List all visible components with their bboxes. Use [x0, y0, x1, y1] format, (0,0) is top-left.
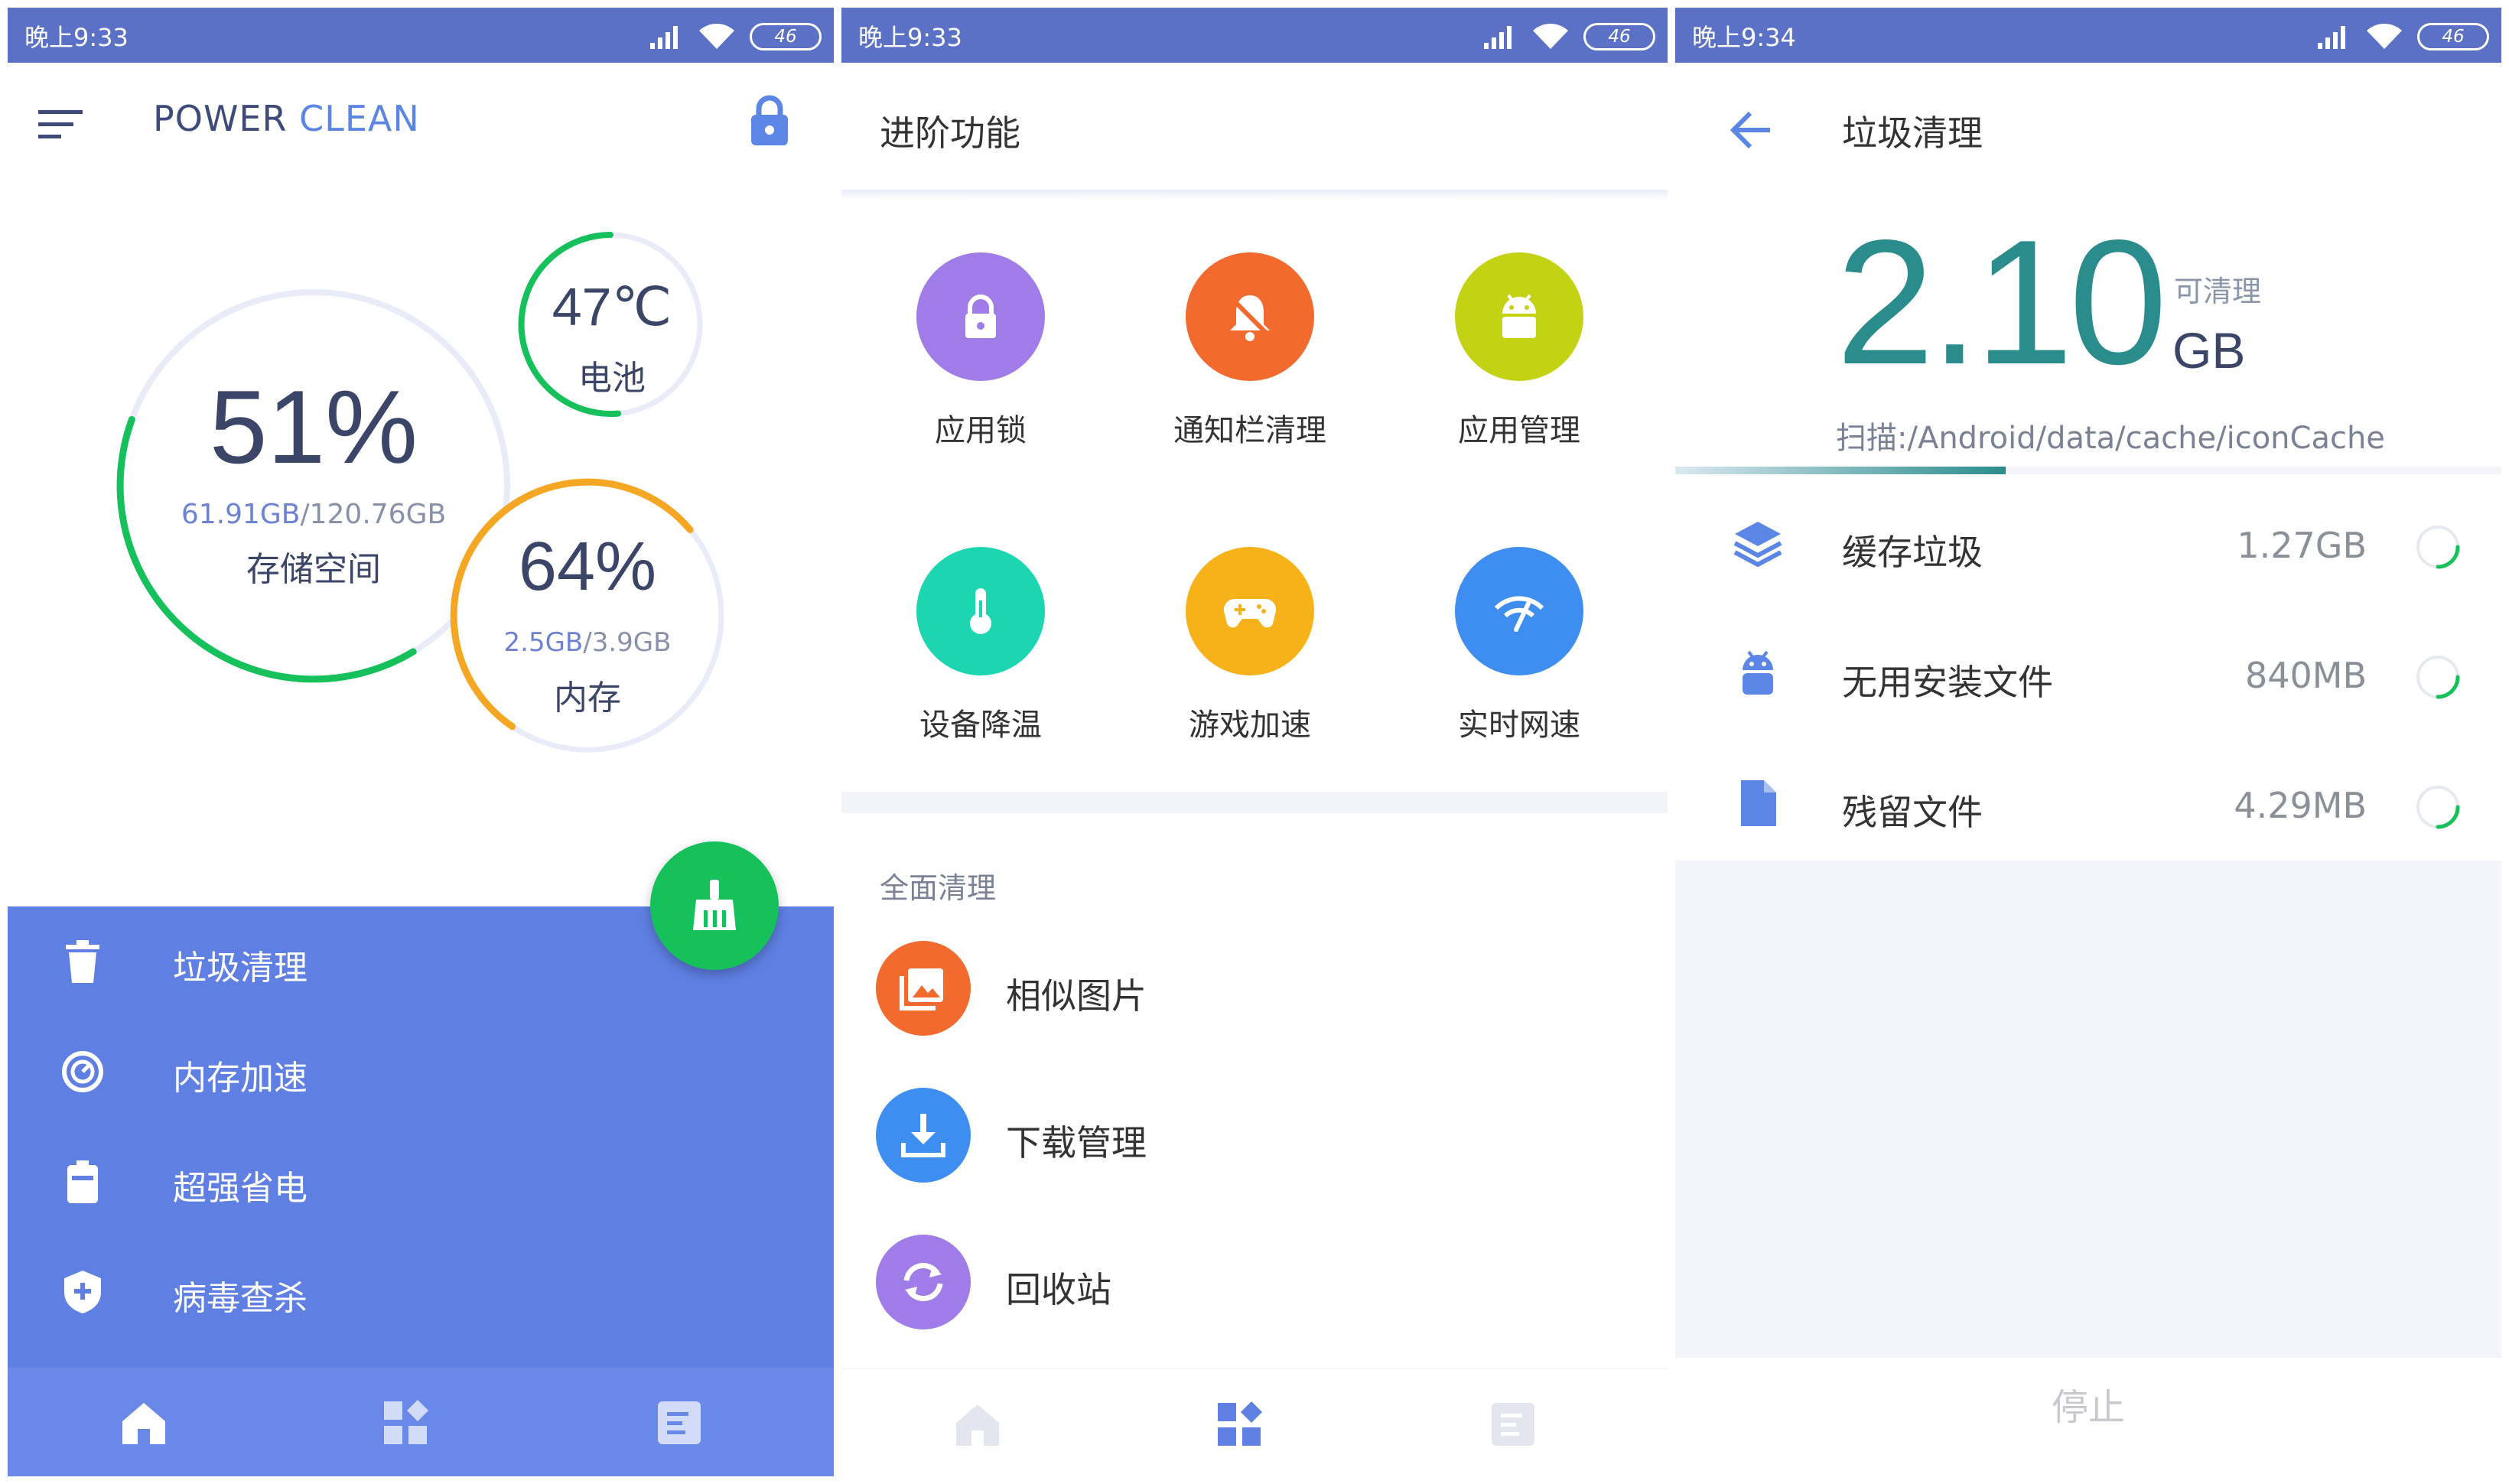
network-speed-circle: [1455, 547, 1583, 675]
recycle-bin-circle: [876, 1235, 971, 1329]
status-bar: 晚上9:34 46: [1675, 8, 2501, 63]
similar-photos-circle: [876, 941, 971, 1036]
feature-drawer: 垃圾清理 内存加速 超强省电 病毒查杀: [8, 906, 834, 1476]
home-tab-icon[interactable]: [953, 1400, 1002, 1449]
app-manager-circle: [1455, 252, 1583, 381]
junk-clean-screen: 晚上9:34 46 垃圾清理 2.10 可清理 GB 扫描:/Android/d…: [1675, 8, 2501, 1476]
bottom-tab-bar: [841, 1368, 1668, 1476]
android-icon: [1502, 294, 1536, 338]
size-unit: GB: [2172, 322, 2246, 379]
tools-tab-icon[interactable]: [1215, 1400, 1264, 1449]
status-bar: 晚上9:33 46: [8, 8, 834, 63]
home-screen: 晚上9:33 46 POWER CLEAN 51% 61.91GB/120.76…: [8, 8, 834, 1476]
feature-network-speed[interactable]: 实时网速: [1411, 547, 1625, 776]
layers-icon: [1733, 522, 1782, 568]
report-tab-icon[interactable]: [655, 1398, 704, 1447]
status-bar: 晚上9:33 46: [841, 8, 1668, 63]
battery-status-icon: 46: [2417, 23, 2489, 50]
recycle-icon: [903, 1263, 943, 1301]
storage-label: 存储空间: [246, 550, 381, 589]
junk-item-apk[interactable]: 无用安装文件 840MB: [1675, 612, 2501, 742]
list-item-recycle-bin[interactable]: 回收站: [876, 1235, 1641, 1334]
lock-icon[interactable]: [748, 93, 791, 147]
scan-path: 扫描:/Android/data/cache/iconCache: [1836, 421, 2385, 456]
feature-cool-down[interactable]: 设备降温: [872, 547, 1086, 776]
wifi-icon: [699, 24, 734, 49]
bottom-tab-bar: [8, 1368, 834, 1476]
drawer-item-power-save[interactable]: 超强省电: [8, 1127, 834, 1237]
tools-tab-icon[interactable]: [381, 1398, 430, 1447]
back-arrow-icon[interactable]: [1729, 107, 1775, 153]
cleanable-label: 可清理: [2174, 275, 2262, 308]
junk-item-residual[interactable]: 残留文件 4.29MB: [1675, 742, 2501, 872]
trash-icon: [66, 940, 99, 983]
lock-icon: [965, 295, 996, 338]
broom-icon: [693, 880, 736, 930]
battery-status-icon: 46: [1583, 23, 1655, 50]
section-separator: [841, 792, 1668, 813]
drawer-item-antivirus[interactable]: 病毒查杀: [8, 1237, 834, 1347]
speedometer-icon: [62, 1051, 103, 1092]
feature-app-manager[interactable]: 应用管理: [1411, 252, 1625, 482]
storage-detail: 61.91GB/120.76GB: [181, 499, 447, 530]
android-icon: [1743, 650, 1773, 695]
feature-game-boost[interactable]: 游戏加速: [1141, 547, 1355, 776]
storage-percent: 51%: [209, 369, 418, 485]
shield-icon: [64, 1271, 101, 1313]
download-manager-circle: [876, 1088, 971, 1183]
battery-label: 电池: [578, 359, 646, 398]
junk-item-cache[interactable]: 缓存垃圾 1.27GB: [1675, 482, 2501, 612]
wifi-icon: [1533, 24, 1568, 49]
battery-status-icon: 46: [750, 23, 822, 50]
memory-percent: 64%: [518, 529, 657, 605]
stop-button[interactable]: 停止: [1675, 1377, 2501, 1430]
loading-spinner-icon: [2416, 656, 2460, 699]
loading-spinner-icon: [2416, 526, 2460, 569]
status-time: 晚上9:33: [858, 23, 962, 52]
menu-icon[interactable]: [38, 107, 83, 141]
wifi-icon: [2367, 24, 2402, 49]
drawer-item-memory-boost[interactable]: 内存加速: [8, 1017, 834, 1127]
advanced-screen: 晚上9:33 46 进阶功能 应用锁 通知栏清理 应用管理 设备降温 游戏加速 …: [841, 8, 1668, 1476]
home-tab-icon[interactable]: [119, 1398, 168, 1447]
gamepad-icon: [1223, 598, 1277, 628]
notification-clean-circle: [1186, 252, 1314, 381]
status-time: 晚上9:33: [24, 23, 129, 52]
memory-detail: 2.5GB/3.9GB: [503, 627, 672, 658]
header-divider: [841, 190, 1668, 200]
app-lock-circle: [916, 252, 1045, 381]
feature-notification-clean[interactable]: 通知栏清理: [1141, 252, 1355, 482]
empty-area: [1675, 861, 2501, 1358]
feature-app-lock[interactable]: 应用锁: [872, 252, 1086, 482]
list-item-download-manager[interactable]: 下载管理: [876, 1088, 1641, 1187]
file-icon: [1741, 780, 1776, 826]
memory-label: 内存: [554, 679, 621, 718]
page-title: 进阶功能: [880, 112, 1020, 154]
cleanable-size: 2.10: [1836, 203, 2168, 402]
clean-fab-button[interactable]: [650, 841, 779, 970]
list-item-similar-photos[interactable]: 相似图片: [876, 941, 1641, 1040]
game-boost-circle: [1186, 547, 1314, 675]
scan-progress-fill: [1675, 467, 2006, 474]
app-title: POWER CLEAN: [153, 98, 420, 139]
signal-icon: [650, 26, 678, 49]
page-title: 垃圾清理: [1842, 112, 1983, 154]
wifi-speed-icon: [1494, 596, 1544, 632]
report-tab-icon[interactable]: [1489, 1400, 1538, 1449]
thermometer-icon: [970, 588, 991, 634]
signal-icon: [2318, 26, 2345, 49]
section-title: 全面清理: [880, 871, 997, 905]
signal-icon: [1484, 26, 1512, 49]
battery-icon: [67, 1160, 98, 1203]
battery-temp: 47℃: [552, 277, 672, 337]
loading-spinner-icon: [2416, 786, 2460, 829]
cool-down-circle: [916, 547, 1045, 675]
images-icon: [900, 968, 943, 1010]
bell-off-icon: [1229, 295, 1271, 341]
download-icon: [901, 1114, 945, 1157]
status-time: 晚上9:34: [1692, 23, 1796, 52]
